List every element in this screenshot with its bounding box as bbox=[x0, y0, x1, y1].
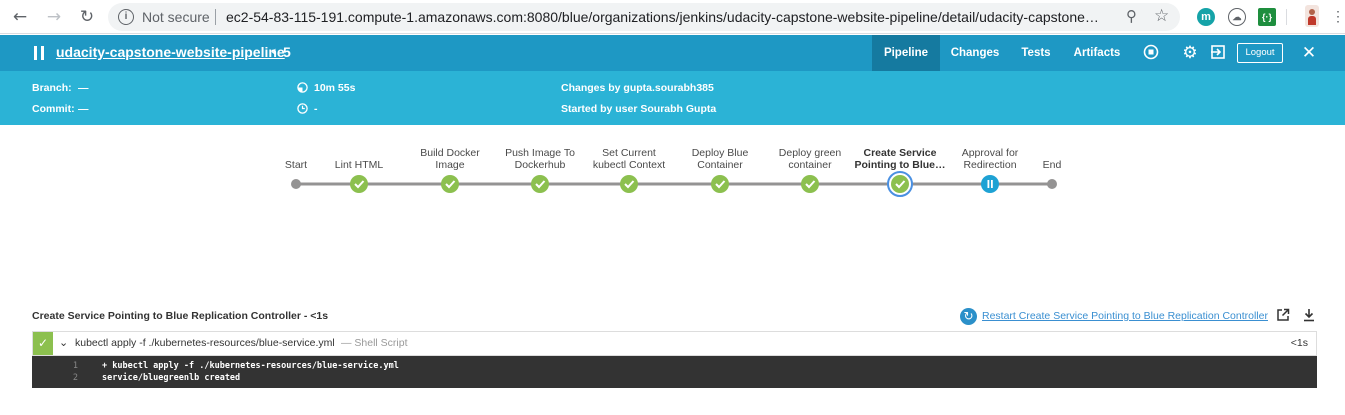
stage-node-start[interactable] bbox=[291, 179, 301, 189]
stage-label-line-2: Container bbox=[697, 159, 743, 171]
log-line: 2 service/bluegreenlb created bbox=[32, 373, 1317, 385]
close-icon[interactable]: ✕ bbox=[1300, 44, 1318, 62]
stage-label[interactable]: Push Image To Dockerhub bbox=[490, 147, 590, 171]
tab-artifacts[interactable]: Artifacts bbox=[1068, 35, 1126, 71]
run-chevron-icon: ‹ bbox=[271, 44, 277, 60]
run-info-bar: Branch: — Commit: — 10m 55s - Changes by… bbox=[0, 71, 1345, 125]
log-line-number: 2 bbox=[72, 373, 78, 383]
zoom-icon[interactable]: ⚲ bbox=[1126, 7, 1137, 25]
stage-node-redirection[interactable] bbox=[981, 175, 999, 193]
tab-changes[interactable]: Changes bbox=[944, 35, 1006, 71]
stage-label[interactable]: Create Service Pointing to Blue… bbox=[850, 147, 950, 171]
step-log-title: Create Service Pointing to Blue Replicat… bbox=[32, 310, 329, 322]
stage-node-end[interactable] bbox=[1047, 179, 1057, 189]
forward-arrow-icon[interactable]: → bbox=[44, 7, 64, 27]
stage-label-line-1: Build Docker bbox=[420, 147, 480, 159]
console-output: 1 + kubectl apply -f ./kubernetes-resour… bbox=[32, 356, 1317, 388]
stage-label-line-2: End bbox=[1042, 159, 1062, 171]
restart-icon[interactable]: ↻ bbox=[960, 308, 977, 325]
stage-label-line-1 bbox=[1002, 147, 1102, 159]
stage-label-line-2: Pointing to Blue… bbox=[854, 159, 946, 171]
changes-by: Changes by gupta.sourabh385 bbox=[561, 82, 714, 94]
stage-label[interactable]: Set Current kubectl Context bbox=[579, 147, 679, 171]
info-icon[interactable]: i bbox=[118, 9, 134, 25]
profile-avatar[interactable] bbox=[1305, 5, 1319, 27]
stage-label[interactable]: Lint HTML bbox=[309, 147, 409, 171]
browser-toolbar: ← → ↻ i Not secure ec2-54-83-115-191.com… bbox=[0, 0, 1345, 34]
stop-icon[interactable] bbox=[1142, 44, 1160, 62]
log-step-row[interactable]: ✓ ⌄ kubectl apply -f ./kubernetes-resour… bbox=[32, 331, 1317, 356]
bookmark-star-icon[interactable]: ☆ bbox=[1154, 6, 1169, 26]
stage-label-line-2: Dockerhub bbox=[514, 159, 566, 171]
stage-label-line-1: Deploy Blue bbox=[691, 147, 749, 159]
security-label: Not secure bbox=[142, 9, 210, 25]
stage-label-line-2: kubectl Context bbox=[592, 159, 666, 171]
stage-node-lint-html[interactable] bbox=[350, 175, 368, 193]
stage-node-kubectl-context[interactable] bbox=[620, 175, 638, 193]
stage-label[interactable]: Deploy green container bbox=[760, 147, 860, 171]
logout-button[interactable]: Logout bbox=[1237, 43, 1283, 63]
step-type: — Shell Script bbox=[341, 337, 408, 349]
pipeline-graph-svg bbox=[291, 171, 1057, 197]
chrome-menu-icon[interactable]: ⋮ bbox=[1331, 9, 1345, 23]
started-by: Started by user Sourabh Gupta bbox=[561, 103, 717, 115]
extension-json-icon[interactable]: {·} bbox=[1258, 8, 1276, 26]
stage-label-line-2: Lint HTML bbox=[334, 159, 384, 171]
pipeline-graph: Start Lint HTML Build Docker Image Push Imag… bbox=[0, 125, 1345, 235]
branch-value: — bbox=[78, 82, 89, 94]
extension-m-icon[interactable]: m bbox=[1197, 8, 1215, 26]
stage-node-image[interactable] bbox=[441, 175, 459, 193]
success-check-icon: ✓ bbox=[33, 332, 53, 355]
stage-label[interactable]: Deploy Blue Container bbox=[670, 147, 770, 171]
stage-label[interactable]: Build Docker Image bbox=[400, 147, 500, 171]
duration-value: 10m 55s bbox=[314, 82, 356, 94]
address-bar[interactable]: i Not secure ec2-54-83-115-191.compute-1… bbox=[108, 3, 1180, 31]
url-text[interactable]: ec2-54-83-115-191.compute-1.amazonaws.co… bbox=[226, 9, 1099, 25]
stage-label[interactable]: End bbox=[1002, 147, 1102, 171]
run-number: 5 bbox=[283, 44, 291, 60]
branch-label: Branch: bbox=[32, 82, 72, 94]
open-classic-icon[interactable] bbox=[1209, 44, 1227, 62]
log-line-text: service/bluegreenlb created bbox=[102, 373, 241, 383]
time-ago-value: - bbox=[314, 103, 318, 115]
toolbar-divider bbox=[1286, 9, 1287, 25]
log-line-text: + kubectl apply -f ./kubernetes-resource… bbox=[102, 361, 399, 371]
chevron-down-icon[interactable]: ⌄ bbox=[59, 336, 68, 349]
extension-cloud-icon[interactable]: ☁ bbox=[1228, 8, 1246, 26]
pause-icon[interactable] bbox=[34, 46, 44, 60]
stage-node-pointing-to-blue-[interactable] bbox=[887, 171, 913, 197]
stage-label-line-1: Deploy green bbox=[778, 147, 842, 159]
stage-node-container[interactable] bbox=[711, 175, 729, 193]
stage-node-dockerhub[interactable] bbox=[531, 175, 549, 193]
back-arrow-icon[interactable]: ← bbox=[10, 7, 30, 27]
tab-pipeline[interactable]: Pipeline bbox=[872, 35, 940, 71]
stage-label-line-2: container bbox=[788, 159, 832, 171]
pipeline-name-link[interactable]: udacity-capstone-website-pipeline bbox=[56, 44, 285, 60]
tab-tests[interactable]: Tests bbox=[1012, 35, 1060, 71]
step-command: kubectl apply -f ./kubernetes-resources/… bbox=[75, 337, 335, 349]
open-external-icon[interactable] bbox=[1275, 308, 1291, 324]
commit-value: — bbox=[78, 103, 89, 115]
duration-icon bbox=[297, 82, 308, 93]
commit-label: Commit: bbox=[32, 103, 75, 115]
stage-node-container[interactable] bbox=[801, 175, 819, 193]
log-line-number: 1 bbox=[72, 361, 78, 371]
step-duration: <1s bbox=[1290, 337, 1308, 349]
stage-label-line-1: Push Image To bbox=[505, 147, 575, 159]
log-line: 1 + kubectl apply -f ./kubernetes-resour… bbox=[32, 361, 1317, 373]
pipeline-header: udacity-capstone-website-pipeline ‹ 5 Pi… bbox=[0, 35, 1345, 71]
gear-icon[interactable]: ⚙ bbox=[1181, 44, 1199, 62]
reload-icon[interactable]: ↻ bbox=[77, 7, 97, 27]
omnibox-divider bbox=[215, 9, 216, 25]
clock-icon bbox=[297, 103, 308, 114]
stage-label-line-1 bbox=[309, 147, 409, 159]
download-icon[interactable] bbox=[1301, 308, 1317, 324]
stage-label-line-2: Image bbox=[435, 159, 465, 171]
restart-stage-link[interactable]: Restart Create Service Pointing to Blue … bbox=[982, 310, 1268, 322]
stage-label-line-1: Create Service bbox=[863, 147, 937, 159]
stage-label-line-1: Set Current bbox=[602, 147, 656, 159]
